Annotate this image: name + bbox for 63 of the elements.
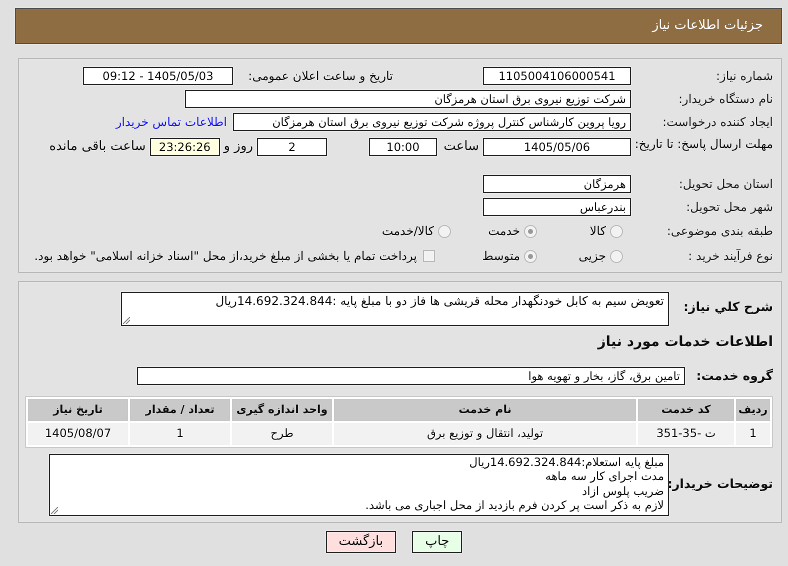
column-header: تاریخ نیاز — [28, 398, 128, 421]
description-textarea[interactable]: تعویض سیم به کابل خودنگهدار محله قریشی ها فاز دو با مبلغ پایه :14.692.324.844ریال — [121, 292, 669, 326]
table-cell: طرح — [232, 422, 332, 445]
radio-button[interactable] — [524, 250, 537, 262]
column-header: تعداد / مقدار — [130, 398, 230, 421]
resize-grip-icon — [123, 317, 130, 324]
table-cell: ت -35-351 — [638, 422, 734, 445]
contact-link[interactable]: اطلاعات تماس خریدار — [116, 113, 227, 131]
table-cell: 1405/08/07 — [28, 422, 128, 445]
text-field[interactable]: تامین برق، گاز، بخار و تهویه هوا — [137, 367, 685, 386]
back-button[interactable]: بازگشت — [326, 530, 396, 553]
field-label: گروه خدمت: — [695, 367, 774, 385]
radio-button[interactable] — [610, 224, 623, 238]
text-field[interactable]: 1405/05/06 — [483, 138, 631, 156]
table-cell: 1 — [130, 422, 230, 445]
print-button[interactable]: چاپ — [412, 530, 462, 553]
text-field[interactable]: 2 — [257, 138, 327, 156]
radio-label: جزیی — [578, 248, 606, 265]
notes-line: مبلغ پایه استعلام:14.692.324.844ریال — [468, 454, 664, 470]
radio-label: کالا — [590, 223, 606, 240]
page-title: جزئیات اطلاعات نیاز — [652, 17, 763, 36]
payment-note: پرداخت تمام یا بخشی از مبلغ خرید،از محل "اسناد خزانه اسلامی" خواهد بود. — [34, 248, 417, 265]
time-label: ساعت — [442, 138, 479, 156]
text-field[interactable]: 1405/05/03 - 09:12 — [83, 67, 233, 85]
column-header: واحد اندازه گیری — [232, 398, 332, 421]
text-field[interactable]: شرکت توزیع نیروی برق استان هرمزگان — [185, 90, 631, 108]
notes-line: مدت اجرای کار سه ماهه — [544, 469, 664, 484]
field-label: شماره نیاز: — [715, 68, 774, 85]
column-header: ردیف — [736, 398, 770, 421]
field-label: استان محل تحویل: — [678, 176, 774, 193]
days-label: روز و — [224, 138, 253, 156]
radio-label: کالا/خدمت — [382, 223, 434, 240]
field-label: نوع فرآیند خرید : — [687, 248, 774, 265]
column-header: نام خدمت — [334, 398, 636, 421]
column-header: کد خدمت — [638, 398, 734, 421]
field-label: ایجاد کننده درخواست: — [661, 114, 774, 131]
table-cell: تولید، انتقال و توزیع برق — [334, 422, 636, 445]
field-label: مهلت ارسال پاسخ: تا تاریخ: — [634, 136, 774, 152]
text-field[interactable]: هرمزگان — [483, 175, 631, 193]
field-label: شرح کلي نیاز: — [682, 298, 774, 316]
field-label: تاریخ و ساعت اعلان عمومی: — [247, 68, 393, 85]
field-label: شهر محل تحویل: — [685, 199, 774, 216]
text-field[interactable]: 10:00 — [369, 138, 437, 156]
section-heading: اطلاعات خدمات مورد نیاز — [596, 333, 774, 352]
radio-button[interactable] — [610, 250, 623, 262]
radio-label: متوسط — [482, 248, 520, 265]
text-field[interactable]: رویا پروین کارشناس کنترل پروژه شرکت توزیع نیروی برق استان هرمزگان — [233, 113, 631, 131]
field-label: نام دستگاه خریدار: — [678, 91, 774, 108]
checkbox[interactable] — [423, 250, 435, 262]
field-label: طبقه بندی موضوعی: — [666, 223, 774, 240]
remaining-label: ساعت باقی مانده — [49, 138, 146, 156]
notes-textarea[interactable]: مبلغ پایه استعلام:14.692.324.844ریال مدت اجرای کار سه ماهه ضریب پلوس ازاد لازم به ذکر است پر کردن فرم بازدید از محل اجباری می باشد. — [49, 454, 669, 516]
field-label: توضیحات خریدار: — [669, 475, 774, 494]
radio-label: خدمت — [488, 223, 520, 240]
text-field[interactable]: 1105004106000541 — [483, 67, 631, 85]
notes-line: ضریب پلوس ازاد — [581, 484, 664, 498]
resize-grip-icon — [51, 506, 58, 514]
radio-button[interactable] — [524, 224, 537, 238]
text-field[interactable]: بندرعباس — [483, 198, 631, 216]
table-cell: 1 — [736, 422, 770, 445]
notes-line: لازم به ذکر است پر کردن فرم بازدید از محل اجباری می باشد. — [364, 498, 664, 513]
text-field[interactable]: 23:26:26 — [150, 138, 220, 156]
radio-button[interactable] — [438, 224, 451, 238]
